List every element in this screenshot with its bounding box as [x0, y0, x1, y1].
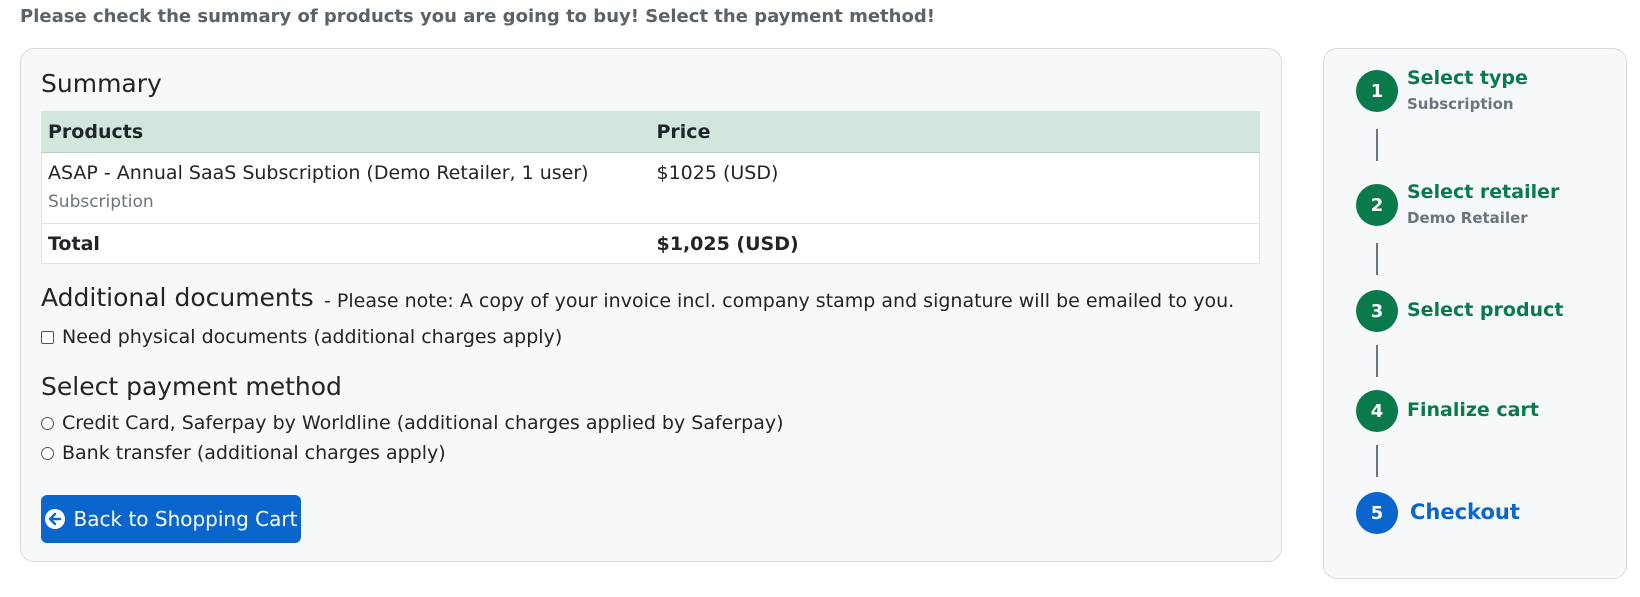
step-connector	[1376, 129, 1378, 161]
step-2-subtitle: Demo Retailer	[1407, 209, 1528, 227]
page-instructions: Please check the summary of products you…	[20, 6, 935, 27]
physical-documents-option[interactable]: Need physical documents (additional char…	[41, 326, 562, 348]
documents-note: - Please note: A copy of your invoice in…	[324, 290, 1235, 312]
summary-table: Products Price ASAP - Annual SaaS Subscr…	[41, 111, 1260, 264]
step-2-number: 2	[1356, 184, 1398, 226]
table-row: ASAP - Annual SaaS Subscription (Demo Re…	[41, 152, 1260, 224]
additional-documents-heading: Additional documents	[41, 283, 314, 312]
step-5-title: Checkout	[1410, 500, 1520, 524]
total-row: Total $1,025 (USD)	[42, 224, 1260, 264]
credit-card-label: Credit Card, Saferpay by Worldline (addi…	[62, 412, 784, 434]
physical-documents-label: Need physical documents (additional char…	[62, 326, 563, 348]
total-label: Total	[48, 232, 100, 255]
arrow-left-circle-icon	[44, 509, 65, 529]
step-4-title[interactable]: Finalize cart	[1407, 399, 1539, 421]
column-header-price: Price	[650, 111, 1260, 153]
physical-documents-checkbox[interactable]	[41, 330, 54, 344]
back-to-cart-button[interactable]: Back to Shopping Cart	[41, 495, 301, 543]
product-cell: ASAP - Annual SaaS Subscription (Demo Re…	[41, 152, 651, 224]
checkout-steps-card: 1 Select type Subscription 2 Select reta…	[1323, 48, 1627, 579]
step-3-title[interactable]: Select product	[1407, 299, 1563, 321]
payment-method-heading: Select payment method	[41, 372, 342, 401]
step-2-title[interactable]: Select retailer	[1407, 181, 1559, 203]
step-1-title[interactable]: Select type	[1407, 67, 1528, 89]
step-connector	[1376, 445, 1378, 477]
bank-transfer-label: Bank transfer (additional charges apply)	[62, 442, 446, 464]
summary-heading: Summary	[41, 69, 162, 98]
product-type: Subscription	[48, 192, 154, 212]
step-connector	[1376, 345, 1378, 377]
column-header-products: Products	[41, 111, 651, 153]
product-name: ASAP - Annual SaaS Subscription (Demo Re…	[48, 162, 589, 184]
credit-card-radio[interactable]	[41, 416, 54, 430]
step-1-subtitle: Subscription	[1407, 95, 1514, 113]
bank-transfer-radio[interactable]	[41, 446, 54, 460]
step-4-number: 4	[1356, 390, 1398, 432]
step-3-number: 3	[1356, 290, 1398, 332]
summary-table-header: Products Price	[41, 111, 1260, 153]
price-cell: $1025 (USD)	[650, 152, 1260, 224]
payment-option-bank-transfer[interactable]: Bank transfer (additional charges apply)	[41, 442, 446, 464]
back-to-cart-label: Back to Shopping Cart	[73, 507, 298, 531]
step-connector	[1376, 243, 1378, 275]
step-5-number: 5	[1356, 492, 1398, 534]
checkout-summary-card: Summary Products Price ASAP - Annual Saa…	[20, 48, 1282, 562]
step-1-number: 1	[1356, 70, 1398, 112]
total-value: $1,025 (USD)	[656, 232, 799, 255]
payment-option-credit-card[interactable]: Credit Card, Saferpay by Worldline (addi…	[41, 412, 784, 434]
